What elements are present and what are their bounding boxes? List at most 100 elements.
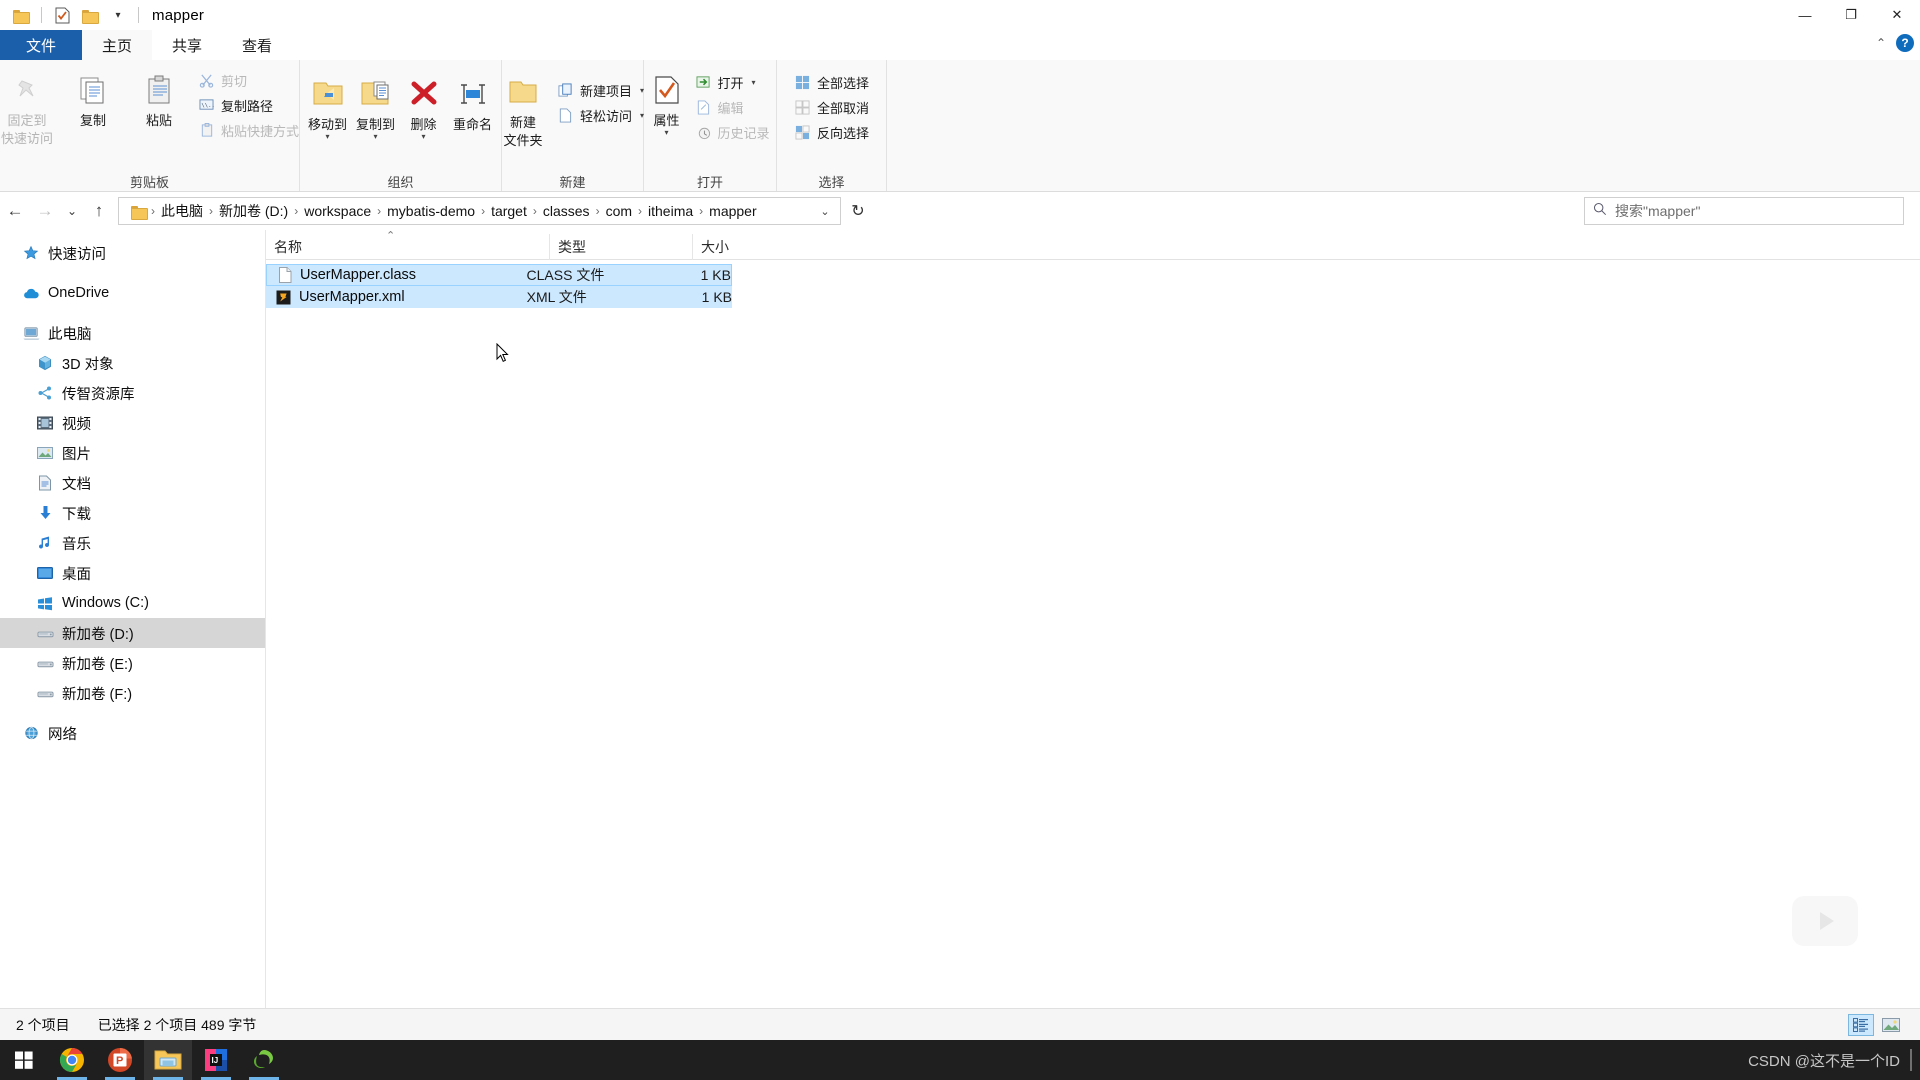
up-button[interactable]: ↑ [84, 196, 114, 226]
sidebar-item-drive-d[interactable]: 新加卷 (D:) [0, 618, 265, 648]
delete-button[interactable]: 删除 ▾ [400, 70, 448, 141]
file-name-cell: UserMapper.class [267, 267, 527, 284]
music-icon [36, 534, 54, 552]
move-to-button[interactable]: 移动到 ▾ [304, 70, 352, 141]
show-desktop-button[interactable] [1910, 1049, 1912, 1071]
breadcrumb-item-6[interactable]: com [602, 203, 636, 219]
windows-drive-icon [36, 594, 54, 612]
table-row[interactable]: UserMapper.class CLASS 文件 1 KB [266, 264, 732, 286]
breadcrumb-item-4[interactable]: target [487, 203, 531, 219]
easy-access-button[interactable]: 轻松访问 ▾ [551, 103, 650, 127]
column-header-size[interactable]: 大小 [692, 233, 777, 260]
copy-to-caret[interactable]: ▾ [373, 133, 377, 141]
copy-to-button[interactable]: 复制到 ▾ [352, 70, 400, 141]
edit-button[interactable]: 编辑 [689, 95, 776, 119]
file-list-pane[interactable]: 名称 ⌃ 类型 大小 UserMapper.class CLASS 文件 1 K… [265, 230, 1920, 1008]
search-icon [1593, 202, 1607, 221]
collapse-ribbon-icon[interactable]: ⌃ [1876, 36, 1886, 50]
history-button[interactable]: 历史记录 [689, 120, 776, 144]
open-button[interactable]: 打开 ▾ [689, 70, 776, 94]
breadcrumb-item-7[interactable]: itheima [644, 203, 697, 219]
delete-caret[interactable]: ▾ [421, 133, 425, 141]
sidebar-item-music[interactable]: 音乐 [0, 528, 265, 558]
forward-button[interactable]: → [30, 196, 60, 226]
search-box[interactable]: 搜索"mapper" [1584, 197, 1904, 225]
sidebar-item-windows-c[interactable]: Windows (C:) [0, 588, 265, 618]
recent-locations-button[interactable]: ⌄ [60, 196, 84, 226]
powerpoint-taskbar-icon[interactable]: P [96, 1040, 144, 1080]
file-name-label: UserMapper.class [300, 267, 417, 283]
tab-file[interactable]: 文件 [0, 30, 83, 60]
cut-button[interactable]: 剪切 [192, 68, 305, 92]
qat-new-folder-icon[interactable] [77, 3, 103, 27]
sidebar-item-quick-access[interactable]: 快速访问 [0, 238, 265, 268]
breadcrumb-item-8[interactable]: mapper [705, 203, 760, 219]
navicat-taskbar-icon[interactable] [240, 1040, 288, 1080]
sidebar-item-documents[interactable]: 文档 [0, 468, 265, 498]
back-button[interactable]: ← [0, 196, 30, 226]
large-icons-view-button[interactable] [1878, 1014, 1904, 1036]
open-label: 打开 [717, 75, 744, 91]
sidebar-item-library[interactable]: 传智资源库 [0, 378, 265, 408]
sidebar-label-drive-e: 新加卷 (E:) [62, 656, 133, 673]
file-explorer-taskbar-icon[interactable] [144, 1040, 192, 1080]
sidebar-item-onedrive[interactable]: OneDrive [0, 278, 265, 308]
column-header-type[interactable]: 类型 [549, 233, 692, 260]
open-caret[interactable]: ▾ [752, 78, 756, 87]
tab-view[interactable]: 查看 [222, 30, 292, 60]
maximize-button[interactable]: ❐ [1828, 0, 1874, 30]
new-item-button[interactable]: 新建项目 ▾ [551, 78, 650, 102]
new-folder-button[interactable]: 新建 文件夹 [495, 68, 551, 148]
qat-customize-dropdown[interactable]: ▾ [105, 3, 131, 27]
address-input[interactable]: › 此电脑 › 新加卷 (D:) › workspace › mybatis-d… [118, 197, 841, 225]
breadcrumb-item-0[interactable]: 此电脑 [157, 201, 207, 221]
file-rows: UserMapper.class CLASS 文件 1 KB UserMappe… [266, 260, 1920, 308]
sidebar-item-drive-f[interactable]: 新加卷 (F:) [0, 678, 265, 708]
pictures-icon [36, 444, 54, 462]
drive-icon [36, 624, 54, 642]
help-button[interactable]: ? [1896, 34, 1914, 52]
move-to-caret[interactable]: ▾ [325, 133, 329, 141]
table-row[interactable]: UserMapper.xml XML 文件 1 KB [266, 286, 732, 308]
refresh-button[interactable]: ↻ [841, 197, 875, 225]
sidebar-item-this-pc[interactable]: 此电脑 [0, 318, 265, 348]
breadcrumb-item-2[interactable]: workspace [300, 203, 375, 219]
column-header-type-label: 类型 [558, 238, 586, 255]
sidebar-item-network[interactable]: 网络 [0, 718, 265, 748]
intellij-taskbar-icon[interactable]: IJ [192, 1040, 240, 1080]
rename-button[interactable]: 重命名 [448, 70, 498, 132]
minimize-button[interactable]: — [1782, 0, 1828, 30]
sidebar-item-videos[interactable]: 视频 [0, 408, 265, 438]
address-dropdown-icon[interactable]: ⌄ [814, 205, 836, 218]
column-header-name[interactable]: 名称 ⌃ [266, 230, 549, 260]
close-button[interactable]: ✕ [1874, 0, 1920, 30]
breadcrumb-item-3[interactable]: mybatis-demo [383, 203, 479, 219]
paste-shortcut-button[interactable]: 粘贴快捷方式 [192, 118, 305, 142]
tab-share[interactable]: 共享 [152, 30, 222, 60]
details-view-button[interactable] [1848, 1013, 1874, 1036]
sidebar-item-pictures[interactable]: 图片 [0, 438, 265, 468]
tab-home[interactable]: 主页 [82, 30, 153, 60]
sidebar-item-downloads[interactable]: 下载 [0, 498, 265, 528]
paste-button[interactable]: 粘贴 [126, 66, 192, 128]
qat-folder-icon[interactable] [8, 3, 34, 27]
copy-path-button[interactable]: \\.. 复制路径 [192, 93, 305, 117]
qat-properties-icon[interactable] [49, 3, 75, 27]
select-none-button[interactable]: 全部取消 [788, 95, 875, 119]
start-button[interactable] [0, 1040, 48, 1080]
copy-button[interactable]: 复制 [60, 66, 126, 128]
desktop-icon [36, 564, 54, 582]
breadcrumb-item-5[interactable]: classes [539, 203, 594, 219]
properties-button[interactable]: 属性 ▾ [645, 66, 689, 137]
properties-caret[interactable]: ▾ [664, 129, 668, 137]
sidebar-item-3d-objects[interactable]: 3D 对象 [0, 348, 265, 378]
sidebar-item-desktop[interactable]: 桌面 [0, 558, 265, 588]
invert-selection-button[interactable]: 反向选择 [788, 120, 875, 144]
search-input[interactable]: 搜索"mapper" [1615, 201, 1700, 221]
chrome-taskbar-icon[interactable] [48, 1040, 96, 1080]
breadcrumb-item-1[interactable]: 新加卷 (D:) [215, 201, 292, 221]
sidebar-label-desktop: 桌面 [62, 566, 91, 583]
pin-to-quick-access-button[interactable]: 固定到 快速访问 [0, 66, 60, 146]
select-all-button[interactable]: 全部选择 [788, 70, 875, 94]
sidebar-item-drive-e[interactable]: 新加卷 (E:) [0, 648, 265, 678]
